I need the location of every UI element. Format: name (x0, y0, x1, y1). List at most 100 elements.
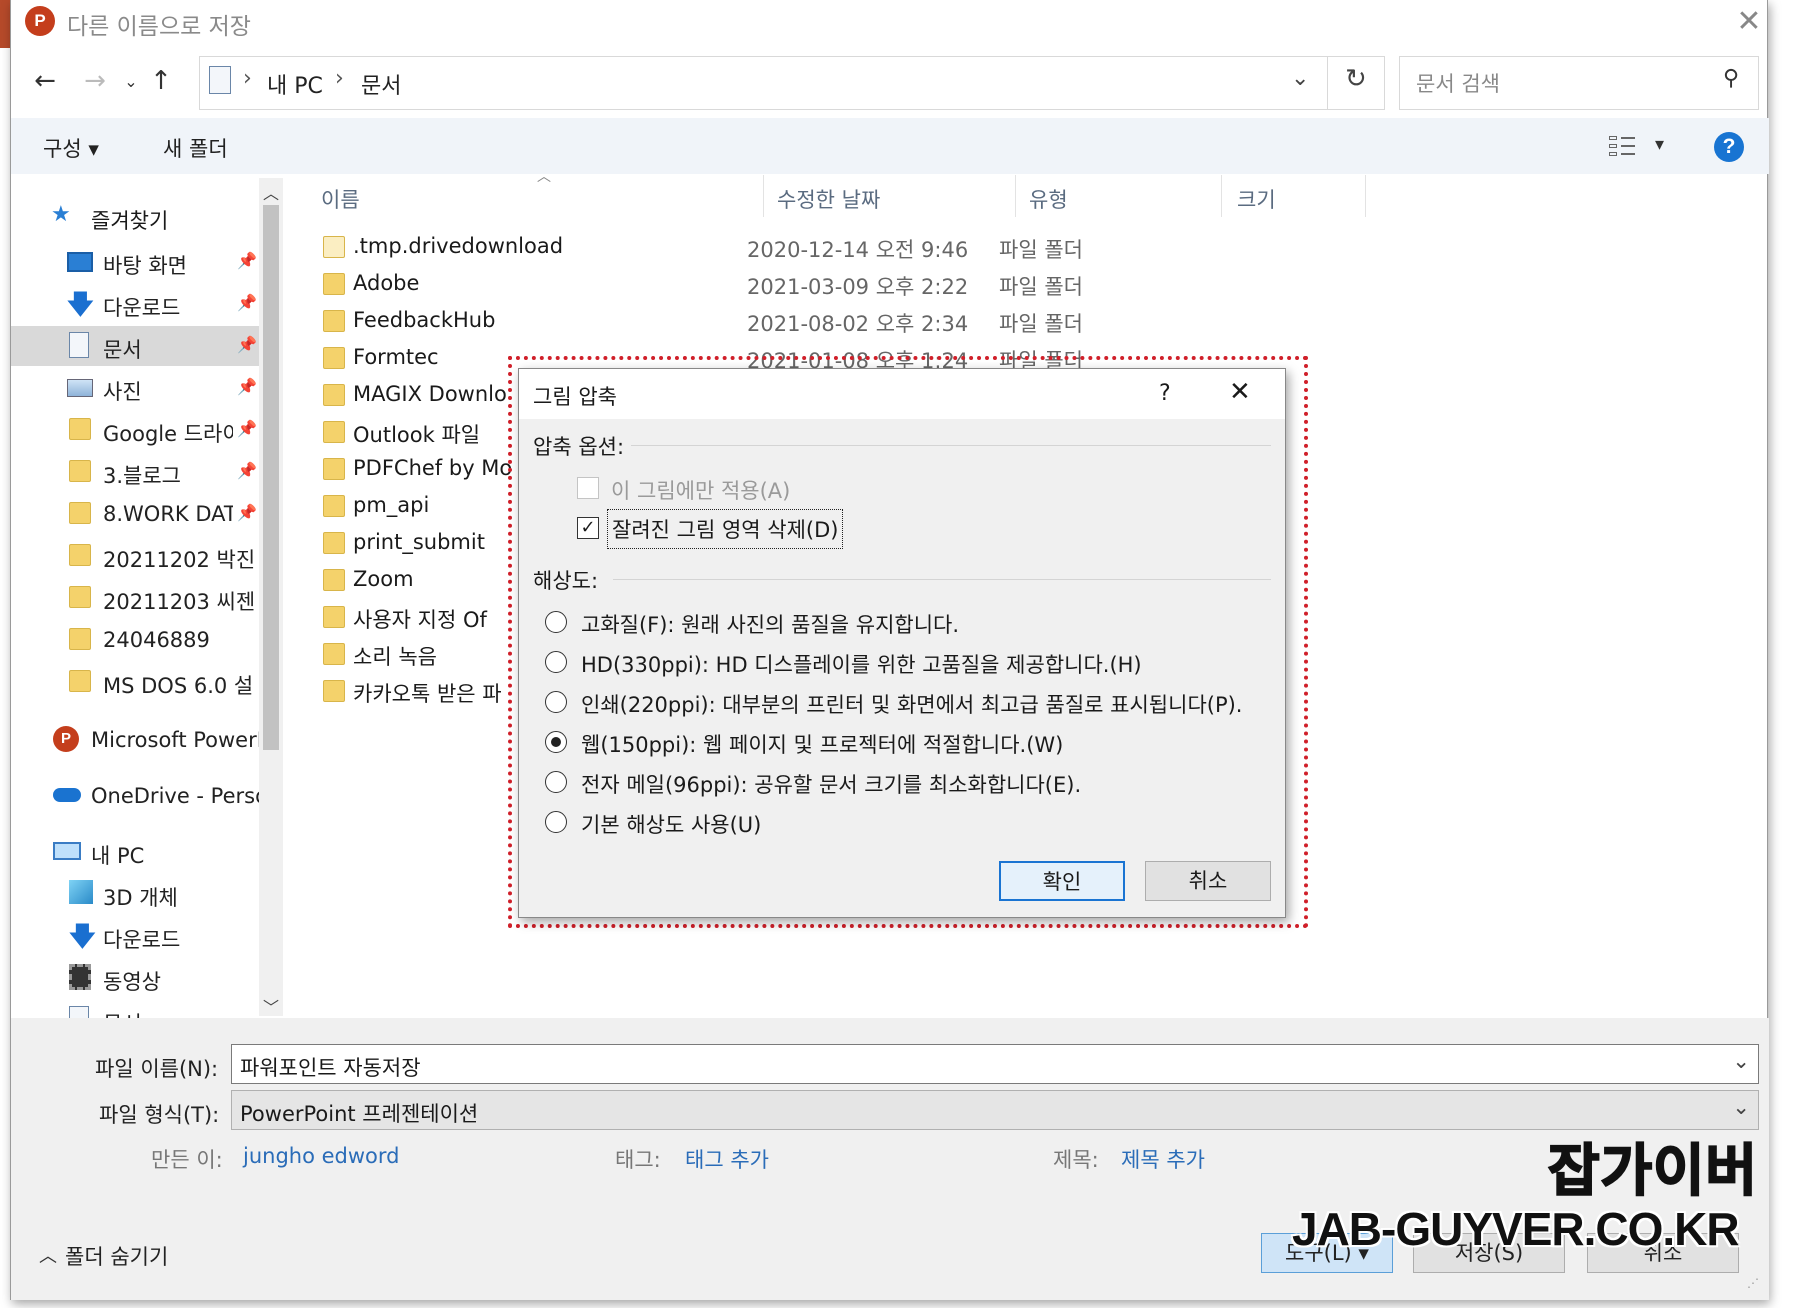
folder-icon (323, 643, 345, 665)
file-row[interactable]: 카카오톡 받은 파 (323, 674, 523, 710)
save-as-dialog: P 다른 이름으로 저장 ✕ ← → ⌄ ↑ › 내 PC › 문서 ⌄ ↻ 문… (10, 0, 1769, 1300)
file-row[interactable]: print_submit (323, 526, 523, 562)
column-header-type[interactable]: 유형 (1029, 184, 1068, 214)
radio-default-resolution[interactable] (545, 811, 567, 833)
back-arrow-icon[interactable]: ← (25, 66, 65, 96)
option-web-label: 웹(150ppi): 웹 페이지 및 프로젝터에 적절합니다.(W) (581, 733, 1064, 757)
pin-icon[interactable]: 📌 (237, 461, 257, 480)
file-row[interactable]: PDFChef by Mo (323, 452, 523, 488)
file-row[interactable]: Zoom (323, 563, 523, 599)
nav-item-documents[interactable]: 문서 📌 (11, 326, 259, 366)
close-icon[interactable]: ✕ (1731, 2, 1767, 42)
pin-icon[interactable]: 📌 (237, 419, 257, 438)
file-row[interactable]: FeedbackHub 2021-08-02 오후 2:34 파일 폴더 (323, 304, 1123, 340)
folder-icon (323, 458, 345, 480)
radio-hd-330[interactable] (545, 651, 567, 673)
filename-dropdown-chevron-icon[interactable]: ⌄ (1732, 1049, 1750, 1073)
nav-item-powerpoint[interactable]: P Microsoft PowerP (11, 720, 261, 760)
dialog-help-button[interactable]: ? (1159, 381, 1171, 406)
nav-item-folder-24046889[interactable]: 24046889 (11, 620, 261, 660)
folder-icon (323, 273, 345, 295)
address-dropdown-chevron-icon[interactable]: ⌄ (1291, 66, 1309, 91)
file-row[interactable]: Adobe 2021-03-09 오후 2:22 파일 폴더 (323, 267, 1123, 303)
breadcrumb-documents[interactable]: 문서 (361, 68, 401, 100)
filename-input[interactable]: 파워포인트 자동저장 ⌄ (231, 1044, 1759, 1084)
collapse-chevron-icon[interactable]: ︿ (39, 1242, 57, 1268)
refresh-icon[interactable]: ↻ (1345, 64, 1367, 94)
nav-item-folder-20211202[interactable]: 20211202 박진 (11, 536, 261, 576)
file-date: 2020-12-14 오전 9:46 (747, 238, 969, 262)
nav-item-label: 20211202 박진 (103, 548, 256, 572)
file-type: 파일 폴더 (999, 238, 1083, 262)
nav-item-blog[interactable]: 3.블로그 📌 (11, 452, 261, 492)
new-folder-button[interactable]: 새 폴더 (163, 133, 228, 163)
file-row[interactable]: pm_api (323, 489, 523, 525)
column-header-size[interactable]: 크기 (1237, 184, 1276, 214)
radio-print-220[interactable] (545, 691, 567, 713)
file-row[interactable]: .tmp.drivedownload 2020-12-14 오전 9:46 파일 폴… (323, 230, 1123, 266)
help-icon[interactable]: ? (1714, 132, 1744, 162)
nav-item-pc-documents[interactable]: 문서 (11, 1000, 261, 1018)
dialog-cancel-button[interactable]: 취소 (1145, 861, 1271, 901)
resize-grip-icon[interactable]: ⋰ (1747, 1276, 1759, 1290)
ok-button[interactable]: 확인 (999, 861, 1125, 901)
folder-icon (69, 628, 91, 650)
nav-item-downloads[interactable]: 🡇 다운로드 📌 (11, 284, 261, 324)
organize-button[interactable]: 구성 ▾ (43, 133, 99, 163)
file-type: 파일 폴더 (999, 312, 1083, 336)
dialog-close-icon[interactable]: ✕ (1229, 377, 1251, 407)
filetype-dropdown-chevron-icon[interactable]: ⌄ (1732, 1095, 1750, 1119)
nav-scrollbar-thumb[interactable] (263, 205, 279, 750)
file-row[interactable]: MAGIX Downlo (323, 378, 523, 414)
nav-item-this-pc[interactable]: 내 PC (11, 832, 261, 872)
nav-quick-access[interactable]: 즐겨찾기 (91, 205, 168, 235)
file-row[interactable]: Outlook 파일 (323, 415, 523, 451)
pin-icon[interactable]: 📌 (237, 251, 257, 270)
nav-item-work-data[interactable]: 8.WORK DAT 📌 (11, 494, 261, 534)
column-divider[interactable] (1015, 175, 1016, 217)
radio-web-150[interactable] (545, 731, 567, 753)
column-header-date[interactable]: 수정한 날짜 (777, 184, 880, 214)
view-dropdown-chevron-icon[interactable]: ▾ (1655, 134, 1664, 155)
nav-item-3d-objects[interactable]: 3D 개체 (11, 874, 261, 914)
apply-only-this-checkbox[interactable] (577, 477, 599, 499)
divider (613, 579, 1271, 580)
search-icon[interactable]: ⚲ (1723, 66, 1739, 91)
author-value[interactable]: jungho edword (243, 1144, 400, 1168)
column-divider[interactable] (1221, 175, 1222, 217)
up-arrow-icon[interactable]: ↑ (141, 66, 181, 96)
nav-item-ms-dos[interactable]: MS DOS 6.0 설 (11, 662, 261, 702)
tags-input[interactable]: 태그 추가 (685, 1144, 769, 1174)
pin-icon[interactable]: 📌 (237, 377, 257, 396)
option-high-fidelity-label: 고화질(F): 원래 사진의 품질을 유지합니다. (581, 613, 960, 637)
folder-icon (69, 586, 91, 608)
scroll-down-chevron-icon[interactable]: ﹀ (263, 994, 279, 1018)
delete-cropped-checkbox[interactable]: ✓ (577, 517, 599, 539)
nav-item-pictures[interactable]: 사진 📌 (11, 368, 261, 408)
pin-icon[interactable]: 📌 (237, 293, 257, 312)
radio-high-fidelity[interactable] (545, 611, 567, 633)
column-divider[interactable] (763, 175, 764, 217)
view-options-icon[interactable] (1609, 134, 1637, 158)
nav-item-pc-downloads[interactable]: 🡇 다운로드 (11, 916, 261, 956)
hide-folders-button[interactable]: 폴더 숨기기 (65, 1241, 168, 1271)
nav-item-videos[interactable]: 동영상 (11, 958, 261, 998)
pin-icon[interactable]: 📌 (237, 503, 257, 522)
pin-icon[interactable]: 📌 (237, 335, 257, 354)
filetype-select[interactable]: PowerPoint 프레젠테이션 ⌄ (231, 1090, 1759, 1130)
file-row[interactable]: 사용자 지정 Of (323, 600, 523, 636)
nav-item-google-drive[interactable]: Google 드라이 📌 (11, 410, 261, 450)
nav-item-folder-20211203[interactable]: 20211203 씨젠 (11, 578, 261, 618)
compress-options-label: 압축 옵션: (533, 435, 625, 459)
column-divider[interactable] (1365, 175, 1366, 217)
column-header-name[interactable]: 이름 (321, 184, 360, 214)
nav-item-onedrive[interactable]: OneDrive - Persor (11, 776, 261, 816)
radio-email-96[interactable] (545, 771, 567, 793)
breadcrumb-this-pc[interactable]: 내 PC (267, 68, 323, 100)
forward-arrow-icon[interactable]: → (75, 66, 115, 96)
scroll-up-chevron-icon[interactable]: ︿ (263, 180, 279, 204)
nav-item-desktop[interactable]: 바탕 화면 📌 (11, 242, 261, 282)
title-input[interactable]: 제목 추가 (1121, 1144, 1205, 1174)
file-row[interactable]: 소리 녹음 (323, 637, 523, 673)
file-name: PDFChef by Mo (353, 456, 513, 480)
